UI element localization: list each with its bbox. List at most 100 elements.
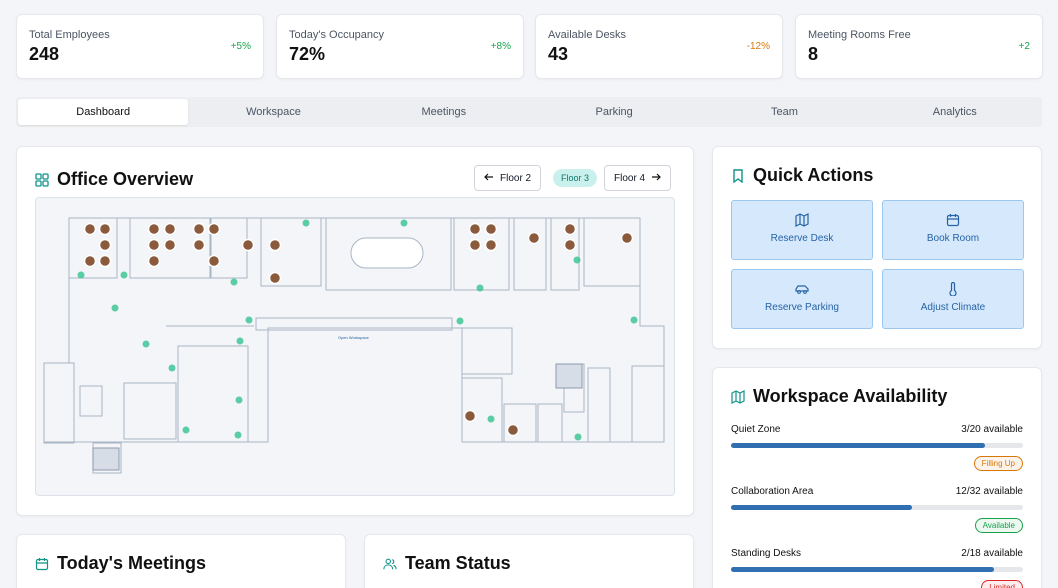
thermometer-icon [883, 281, 1023, 297]
page-title: Office Overview [57, 169, 194, 189]
plant-icon [236, 337, 244, 345]
status-badge: Limited [981, 580, 1023, 588]
quick-actions-title: Quick Actions [753, 165, 874, 185]
adjust-climate-button[interactable]: Adjust Climate [882, 269, 1024, 329]
team-title: Team Status [405, 553, 511, 573]
occupant-avatar[interactable] [147, 254, 161, 268]
stat-change: -12% [746, 41, 770, 52]
occupant-avatar[interactable] [98, 254, 112, 268]
stat-value: 248 [29, 44, 60, 64]
plant-icon [400, 219, 408, 227]
occupant-avatar[interactable] [506, 423, 520, 437]
floor-plan-svg: Open Workspace [43, 217, 665, 474]
zone-progress-fill [731, 567, 994, 572]
occupant-avatar[interactable] [563, 238, 577, 252]
occupant-avatar[interactable] [484, 238, 498, 252]
tab-team[interactable]: Team [699, 99, 869, 125]
stat-label: Meeting Rooms Free [808, 29, 911, 41]
occupant-avatar[interactable] [484, 222, 498, 236]
occupant-avatar[interactable] [241, 238, 255, 252]
plant-icon [574, 433, 582, 441]
status-badge: Available [974, 518, 1023, 533]
occupant-avatar[interactable] [268, 238, 282, 252]
tab-analytics[interactable]: Analytics [870, 99, 1040, 125]
floor-prev-button[interactable]: Floor 2 [474, 165, 542, 191]
plant-icon [142, 340, 150, 348]
workspace-availability-card: Workspace Availability Quiet Zone 3/20 a… [712, 367, 1042, 588]
plant-icon [182, 426, 190, 434]
occupant-avatar[interactable] [463, 409, 477, 423]
occupant-avatar[interactable] [620, 231, 634, 245]
stat-card-available-desks: Available Desks 43 -12% [535, 14, 783, 79]
reserve-parking-button[interactable]: Reserve Parking [731, 269, 873, 329]
occupant-avatar[interactable] [207, 222, 221, 236]
team-header: Team Status [383, 553, 511, 574]
occupant-avatar[interactable] [563, 222, 577, 236]
bookmark-icon [731, 168, 745, 183]
plant-icon [111, 304, 119, 312]
occupant-avatar[interactable] [147, 222, 161, 236]
zone-progress-fill [731, 505, 913, 510]
calendar-icon [883, 213, 1023, 227]
plant-icon [120, 271, 128, 279]
occupant-avatar[interactable] [192, 222, 206, 236]
floor-plan-map[interactable]: Open Workspace [35, 197, 675, 496]
zone-count: 2/18 available [961, 548, 1023, 559]
occupant-avatar[interactable] [163, 222, 177, 236]
arrow-right-icon [651, 172, 661, 185]
team-status-card: Team Status [364, 534, 694, 588]
adjust-climate-label: Adjust Climate [920, 302, 986, 313]
stat-label: Total Employees [29, 29, 110, 41]
occupant-avatar[interactable] [192, 238, 206, 252]
grid-icon [35, 172, 49, 187]
plant-icon [630, 316, 638, 324]
current-floor-badge: Floor 3 [553, 169, 598, 187]
occupant-avatar[interactable] [207, 254, 221, 268]
floor-next-label: Floor 4 [614, 172, 646, 184]
plant-icon [456, 317, 464, 325]
plant-icon [573, 256, 581, 264]
reserve-desk-button[interactable]: Reserve Desk [731, 200, 873, 260]
plant-icon [230, 278, 238, 286]
plant-icon [77, 271, 85, 279]
stat-change: +5% [230, 41, 251, 52]
meetings-header: Today's Meetings [35, 553, 206, 574]
map-icon [731, 389, 745, 404]
tab-dashboard[interactable]: Dashboard [18, 99, 189, 125]
tab-meetings[interactable]: Meetings [359, 99, 529, 125]
zone-name: Standing Desks [731, 548, 802, 559]
occupant-avatar[interactable] [468, 222, 482, 236]
car-icon [732, 282, 872, 296]
stat-label: Today's Occupancy [289, 29, 385, 41]
map-icon [732, 213, 872, 227]
quick-actions-card: Quick Actions Reserve Desk Book Room Res… [712, 146, 1042, 349]
book-room-button[interactable]: Book Room [882, 200, 1024, 260]
arrow-left-icon [484, 172, 494, 185]
occupant-avatar[interactable] [83, 254, 97, 268]
occupant-avatar[interactable] [163, 238, 177, 252]
tab-parking[interactable]: Parking [529, 99, 699, 125]
occupant-avatar[interactable] [147, 238, 161, 252]
stat-value: 8 [808, 44, 819, 64]
zone-name: Quiet Zone [731, 424, 781, 435]
occupant-avatar[interactable] [98, 222, 112, 236]
occupant-avatar[interactable] [268, 271, 282, 285]
zone-progress-bar [731, 567, 1023, 572]
occupant-avatar[interactable] [83, 222, 97, 236]
plant-icon [245, 316, 253, 324]
zone-count: 3/20 available [961, 424, 1023, 435]
availability-header: Workspace Availability [731, 386, 947, 407]
occupant-avatar[interactable] [527, 231, 541, 245]
book-room-label: Book Room [926, 233, 980, 244]
stat-change: +8% [490, 41, 511, 52]
zone-progress-bar [731, 443, 1023, 448]
tab-workspace[interactable]: Workspace [188, 99, 358, 125]
occupant-avatar[interactable] [468, 238, 482, 252]
floor-next-button[interactable]: Floor 4 [604, 165, 672, 191]
open-workspace-label: Open Workspace [338, 335, 370, 340]
quick-actions-header: Quick Actions [731, 165, 873, 186]
availability-title: Workspace Availability [753, 386, 948, 406]
occupant-avatar[interactable] [98, 238, 112, 252]
plant-icon [234, 431, 242, 439]
stat-card-total-employees: Total Employees 248 +5% [16, 14, 264, 79]
